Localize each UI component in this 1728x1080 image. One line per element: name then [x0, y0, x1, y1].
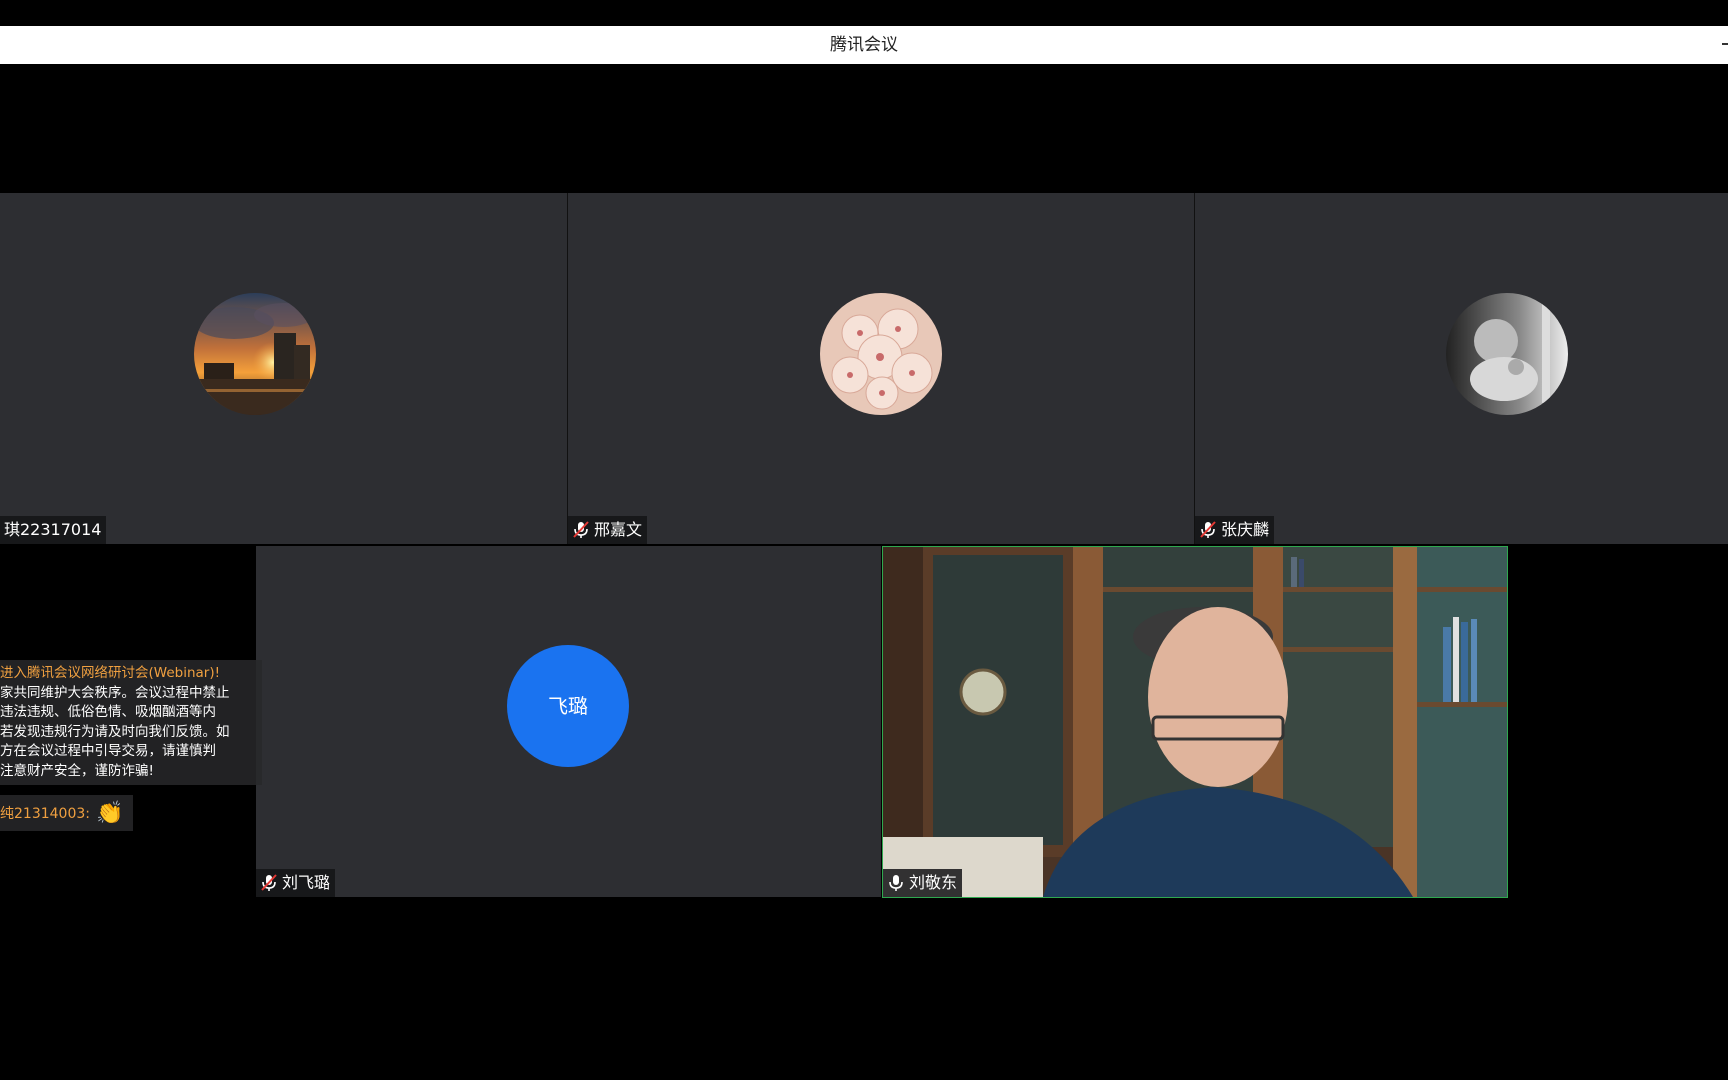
participant-name: 刘飞璐 [282, 873, 331, 892]
participant-name: 张庆麟 [1221, 520, 1270, 539]
initials-avatar: 飞璐 [507, 645, 629, 767]
chat-notice: 进入腾讯会议网络研讨会(Webinar)! 家共同维护大会秩序。会议过程中禁止 … [0, 660, 262, 785]
participant-name-tag: 琪22317014 [0, 516, 107, 544]
participant-name: 琪22317014 [4, 520, 102, 539]
mic-muted-icon [1200, 521, 1216, 538]
participant-avatar [820, 293, 942, 415]
window-titlebar: 腾讯会议 [0, 26, 1728, 64]
mic-muted-icon [261, 874, 277, 891]
video-tile-active-speaker[interactable]: 刘敬东 [882, 546, 1508, 898]
speaker-video-feed [883, 547, 1507, 897]
participant-name-tag: 刘敬东 [883, 869, 963, 897]
window-title: 腾讯会议 [830, 35, 898, 55]
participant-name-tag: 邢嘉文 [568, 516, 648, 544]
clapping-hands-icon: 👏 [95, 800, 124, 826]
sunset-city-avatar-icon [194, 293, 316, 415]
video-tile-participant-4[interactable]: 飞璐 刘飞璐 [256, 546, 881, 897]
video-tile-participant-3[interactable]: 张庆麟 [1195, 193, 1728, 544]
baby-photo-avatar-icon [1446, 293, 1568, 415]
mic-active-icon [889, 875, 903, 891]
chat-notice-line: 方在会议过程中引导交易，请谨慎判 [0, 743, 216, 759]
chat-notice-head: 进入腾讯会议网络研讨会(Webinar)! [0, 665, 221, 681]
minimize-icon[interactable] [1722, 43, 1728, 45]
chat-notice-line: 注意财产安全，谨防诈骗! [0, 762, 154, 779]
video-tile-participant-1[interactable]: 琪22317014 [0, 193, 567, 544]
participant-name: 邢嘉文 [594, 520, 643, 539]
mic-muted-icon [573, 521, 589, 538]
chat-notice-line: 若发现违规行为请及时向我们反馈。如 [0, 723, 230, 740]
chat-notice-line: 违法违规、低俗色情、吸烟酗酒等内 [0, 704, 216, 720]
chat-message: 纯21314003: 👏 [0, 795, 134, 831]
chat-overlay: 进入腾讯会议网络研讨会(Webinar)! 家共同维护大会秩序。会议过程中禁止 … [0, 660, 262, 831]
participant-name: 刘敬东 [909, 873, 958, 892]
blossom-avatar-icon [820, 293, 942, 415]
chat-message-sender: 纯21314003: [0, 806, 90, 822]
participant-avatar [1446, 293, 1568, 415]
video-tile-participant-2[interactable]: 邢嘉文 [568, 193, 1194, 544]
participant-name-tag: 张庆麟 [1195, 516, 1275, 544]
participant-avatar [194, 293, 316, 415]
participant-name-tag: 刘飞璐 [256, 869, 336, 897]
chat-notice-line: 家共同维护大会秩序。会议过程中禁止 [0, 684, 230, 701]
